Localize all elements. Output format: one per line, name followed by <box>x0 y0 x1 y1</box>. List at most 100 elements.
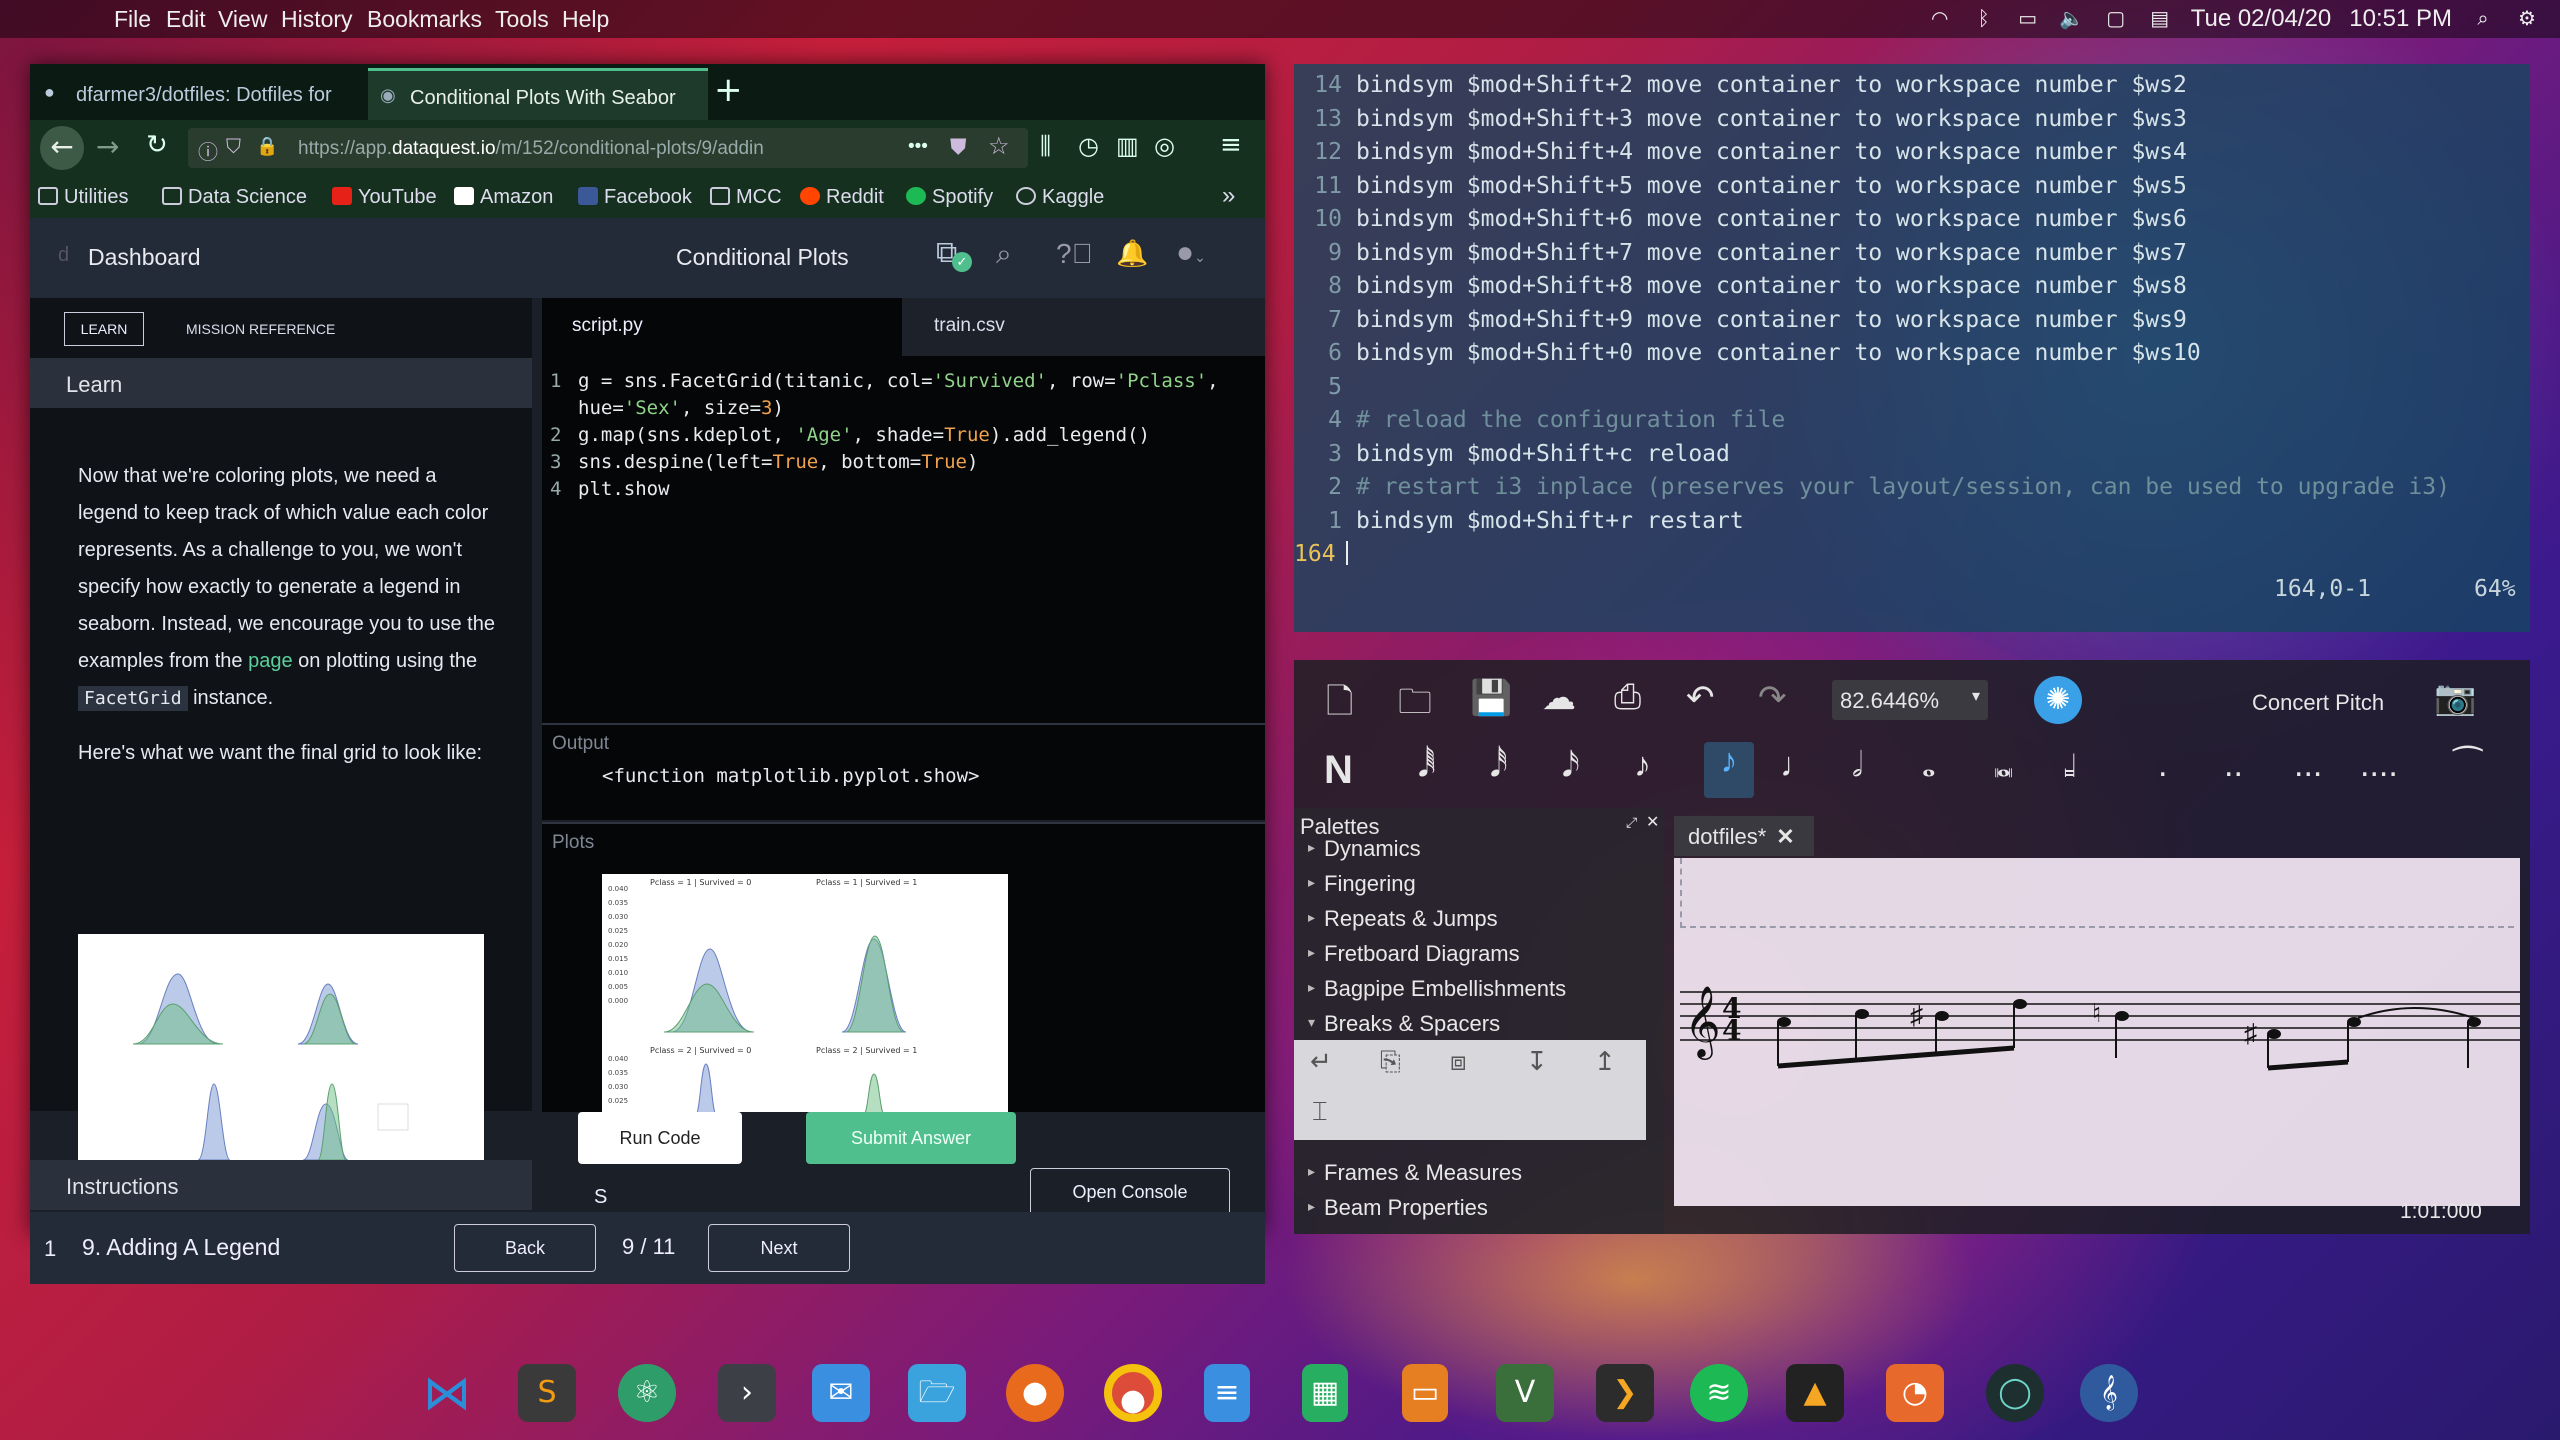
help-icon[interactable]: ?⃝ <box>1056 238 1093 270</box>
volume-icon[interactable]: 🔈 <box>2059 8 2085 30</box>
duration-eighth-icon[interactable]: ♪ <box>1634 746 1651 785</box>
terminal-icon[interactable]: › <box>718 1364 776 1422</box>
score-canvas[interactable]: 𝄞 4 4 ♯ ♮ ♯ <box>1674 858 2520 1206</box>
staff-spacer-down-icon[interactable]: ↧ <box>1526 1046 1548 1077</box>
step-title[interactable]: 9. Adding A Legend <box>82 1234 280 1261</box>
tab-mission-reference[interactable]: MISSION REFERENCE <box>186 321 335 337</box>
window-icon[interactable]: ▢ <box>2103 8 2129 30</box>
duration-longa-icon[interactable]: 𝆷 <box>2064 746 2076 785</box>
page-break-icon[interactable]: ⎘ <box>1380 1046 1401 1078</box>
rss-icon[interactable]: ◔ <box>1886 1364 1944 1422</box>
vlc-icon[interactable]: ▲ <box>1786 1364 1844 1422</box>
spreadsheet-icon[interactable]: ▦ <box>1302 1364 1348 1422</box>
bluetooth-icon[interactable]: ᛒ <box>1971 8 1997 30</box>
back-button[interactable]: ← <box>40 126 84 170</box>
chat-check-icon[interactable]: ⧉ ✓ <box>936 236 972 272</box>
zoom-select[interactable]: 82.6446% ▾ <box>1832 680 1988 720</box>
reload-button[interactable]: ↻ <box>146 130 168 160</box>
palette-fretboard-diagrams[interactable]: ▸ Fretboard Diagrams <box>1308 941 1520 967</box>
user-avatar-icon[interactable]: ●⌄ <box>1176 236 1206 270</box>
undo-icon[interactable]: ↶ <box>1686 678 1715 718</box>
tie-icon[interactable]: ⁀ <box>2454 746 2481 786</box>
close-tab-icon[interactable]: ✕ <box>1776 824 1794 849</box>
bookmark-mcc[interactable]: MCC <box>710 186 782 209</box>
notification-bell-icon[interactable]: 🔔 <box>1116 238 1148 269</box>
sublime-text-icon[interactable]: S <box>518 1364 576 1422</box>
back-button[interactable]: Back <box>454 1224 596 1272</box>
vim-icon[interactable]: V <box>1496 1364 1554 1422</box>
bookmark-kaggle[interactable]: Kaggle <box>1016 186 1104 209</box>
triple-dot-icon[interactable]: ... <box>2294 746 2322 785</box>
concert-pitch-toggle[interactable]: Concert Pitch <box>2252 690 2384 716</box>
menu-tools[interactable]: Tools <box>495 6 549 33</box>
chrome-icon[interactable]: ● <box>1104 1364 1162 1422</box>
palette-dynamics[interactable]: ▸ Dynamics <box>1308 836 1421 862</box>
tab-dotfiles[interactable]: ● dfarmer3/dotfiles: Dotfiles for <box>30 68 365 120</box>
note-input-mode-icon[interactable]: N <box>1324 748 1353 793</box>
duration-64th-icon[interactable]: 𝅘𝅥𝅱 <box>1418 746 1436 785</box>
bookmark-reddit[interactable]: Reddit <box>800 186 884 209</box>
settings-icon[interactable]: ⚙ <box>2514 8 2540 30</box>
palette-breaks-spacers[interactable]: ▾ Breaks & Spacers <box>1308 1011 1500 1037</box>
atom-icon[interactable]: ⚛ <box>618 1364 676 1422</box>
menu-history[interactable]: History <box>281 6 353 33</box>
open-folder-icon[interactable]: 🗀 <box>1398 678 1432 735</box>
menu-help[interactable]: Help <box>562 6 609 33</box>
next-button[interactable]: Next <box>708 1224 850 1272</box>
sidebar-icon[interactable]: ▥ <box>1116 132 1139 160</box>
mail-icon[interactable]: ✉ <box>812 1364 870 1422</box>
save-icon[interactable]: 💾 <box>1470 678 1512 718</box>
wifi-icon[interactable]: ◠ <box>1927 8 1953 30</box>
duration-eighth-selected-icon[interactable]: ♪ <box>1704 742 1754 798</box>
open-console-button[interactable]: Open Console <box>1030 1168 1230 1216</box>
image-capture-icon[interactable]: 📷 <box>2434 678 2476 718</box>
line-break-icon[interactable]: ↵ <box>1310 1046 1332 1077</box>
new-file-icon[interactable]: 🗋 <box>1326 678 1353 735</box>
document-icon[interactable]: ≡ <box>1204 1364 1250 1422</box>
duration-breve-icon[interactable]: 𝅜 <box>1994 746 2013 785</box>
bookmark-utilities[interactable]: Utilities <box>38 186 128 209</box>
presentation-icon[interactable]: ▭ <box>1402 1364 1448 1422</box>
clipboard-icon[interactable]: ▤ <box>2147 8 2173 30</box>
duration-32nd-icon[interactable]: 𝅘𝅥𝅰 <box>1490 746 1508 785</box>
learn-header[interactable]: Learn <box>30 358 532 408</box>
bookmark-spotify[interactable]: Spotify <box>906 186 993 209</box>
palette-fingering[interactable]: ▸ Fingering <box>1308 871 1416 897</box>
duration-quarter-icon[interactable]: ♩ <box>1780 746 1814 785</box>
tab-conditional-plots[interactable]: ◉ Conditional Plots With Seabor <box>368 68 708 120</box>
bookmarks-overflow-button[interactable]: » <box>1222 182 1235 210</box>
duration-whole-icon[interactable]: 𝅝 <box>1922 746 1936 785</box>
tab-learn[interactable]: LEARN <box>64 312 144 346</box>
menu-file[interactable]: File <box>114 6 151 33</box>
staff-spacer-fixed-icon[interactable]: ⌶ <box>1312 1096 1328 1128</box>
cloud-upload-icon[interactable]: ☁ <box>1542 678 1576 718</box>
panel-close-icon[interactable]: ✕ <box>1646 812 1659 832</box>
new-tab-button[interactable]: + <box>714 70 743 110</box>
files-icon[interactable]: 🗁 <box>908 1364 966 1422</box>
terminal-vim-window[interactable]: 14 bindsym $mod+Shift+2 move container to… <box>1294 64 2530 632</box>
prompt-icon[interactable]: ❯ <box>1596 1364 1654 1422</box>
augmentation-dot-icon[interactable]: . <box>2158 746 2167 785</box>
search-icon[interactable]: ⌕ <box>996 238 1012 271</box>
palette-beam-properties[interactable]: ▸ Beam Properties <box>1308 1195 1488 1221</box>
instructions-header[interactable]: Instructions <box>30 1160 532 1210</box>
playback-settings-icon[interactable]: ✺ <box>2034 676 2082 724</box>
score-tab[interactable]: dotfiles* ✕ <box>1674 816 1814 856</box>
musescore-icon[interactable]: 𝄞 <box>2080 1364 2138 1422</box>
section-break-icon[interactable]: ⧈ <box>1450 1046 1467 1078</box>
palette-frames-measures[interactable]: ▸ Frames & Measures <box>1308 1160 1522 1186</box>
history-icon[interactable]: ◷ <box>1078 132 1099 160</box>
run-code-button[interactable]: Run Code <box>578 1112 742 1164</box>
duration-16th-icon[interactable]: 𝅘𝅥𝅯 <box>1562 746 1580 785</box>
page-actions-icon[interactable]: ••• <box>908 136 928 158</box>
bookmark-youtube[interactable]: YouTube <box>332 186 437 209</box>
page-link[interactable]: page <box>248 650 293 672</box>
screen-recorder-icon[interactable]: ◯ <box>1986 1364 2044 1422</box>
menu-edit[interactable]: Edit <box>166 6 206 33</box>
palette-repeats-jumps[interactable]: ▸ Repeats & Jumps <box>1308 906 1498 932</box>
account-icon[interactable]: ◎ <box>1154 132 1175 160</box>
submit-answer-button[interactable]: Submit Answer <box>806 1112 1016 1164</box>
tab-train-csv[interactable]: train.csv <box>934 315 1005 337</box>
spotify-icon[interactable]: ≋ <box>1690 1364 1748 1422</box>
dashboard-link[interactable]: Dashboard <box>88 244 201 271</box>
